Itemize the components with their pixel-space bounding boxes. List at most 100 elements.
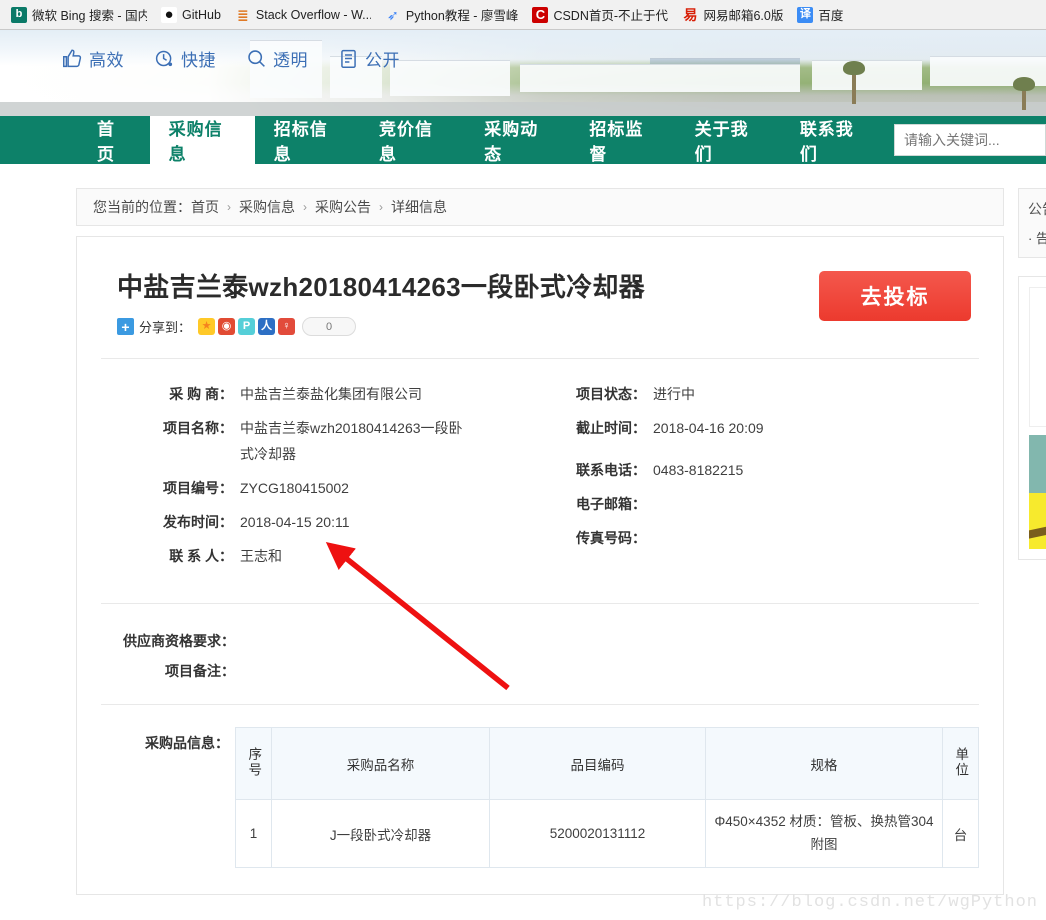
ad-image-yellow [1029, 493, 1046, 549]
cell-unit: 台 [942, 799, 979, 868]
table-row: 1 J一段卧式冷却器 5200020131112 Φ450×4352 材质：管板… [235, 799, 979, 868]
qualification-value [235, 626, 241, 656]
nav-item-about-us[interactable]: 关于我们 [676, 116, 781, 164]
nav-item-home[interactable]: 首页 [78, 116, 150, 164]
banner-photo [0, 30, 1046, 116]
bookmark-bing[interactable]: b 微软 Bing 搜索 - 国内版 [4, 3, 154, 26]
detail-card: 中盐吉兰泰wzh20180414263一段卧式冷却器 + 分享到： ★ ◉ P … [76, 236, 1004, 895]
bookmark-label: CSDN首页-不止于代码 [553, 9, 669, 23]
chevron-right-icon: › [227, 200, 231, 214]
pengyou-share-icon[interactable]: P [238, 318, 256, 335]
info-key: 项目名称： [163, 420, 233, 436]
sidebar-notice-panel: 公告 · 告 [1018, 188, 1046, 258]
bookmark-stackoverflow[interactable]: ≣ Stack Overflow - W... [228, 5, 378, 25]
qualification-block: 供应商资格要求： 项目备注： [101, 604, 979, 705]
content-container: 您当前的位置： 首页 › 采购信息 › 采购公告 › 详细信息 中盐吉兰泰wzh… [76, 164, 1004, 895]
cell-name: J一段卧式冷却器 [271, 799, 490, 868]
ad-image-teal [1029, 435, 1046, 493]
nav-item-purchase-news[interactable]: 采购动态 [465, 116, 570, 164]
bookmark-csdn[interactable]: C CSDN首页-不止于代码 [525, 3, 675, 26]
info-value: 2018-04-16 20:09 [653, 420, 764, 436]
products-table-wrapper: 序号 采购品名称 品目编码 规格 单位 1 J一段卧式冷却器 520002013… [229, 727, 979, 868]
bookmark-netease-mail[interactable]: 易 网易邮箱6.0版 [675, 3, 790, 26]
nav-item-contact-us[interactable]: 联系我们 [781, 116, 886, 164]
info-value: 0483-8182215 [653, 462, 744, 478]
douban-share-icon[interactable]: ♀ [278, 318, 296, 335]
weibo-share-icon[interactable]: ◉ [218, 318, 236, 335]
browser-bookmark-bar: b 微软 Bing 搜索 - 国内版 ● GitHub ≣ Stack Over… [0, 0, 1046, 30]
bookmark-translate[interactable]: 译 百度 [790, 3, 850, 26]
nav-item-bid-supervision[interactable]: 招标监督 [570, 116, 675, 164]
share-plus-icon[interactable]: + [117, 318, 134, 335]
bookmark-github[interactable]: ● GitHub [154, 5, 228, 25]
info-value: 2018-04-15 20:11 [240, 514, 350, 530]
qualification-row-supplier: 供应商资格要求： [119, 626, 979, 656]
info-key: 采 购 商： [169, 386, 233, 402]
netease-mail-icon: 易 [682, 6, 699, 23]
header-feature-row: 高效 快捷 透明 公开 [0, 46, 400, 71]
breadcrumb-item-purchase-info[interactable]: 采购信息 [239, 197, 295, 217]
feature-item-fast[interactable]: 快捷 [154, 46, 216, 71]
page-body: 公告 · 告 您当前的位置： 首页 › 采购信息 › 采购公告 › 详细信息 中… [0, 164, 1046, 916]
info-key: 电子邮箱： [576, 496, 646, 512]
go-to-bid-button[interactable]: 去投标 [819, 271, 971, 321]
info-key: 项目编号： [163, 480, 233, 496]
bookmark-label: GitHub [182, 7, 221, 22]
bookmark-python-tutorial[interactable]: ➶ Python教程 - 廖雪峰 [378, 3, 526, 26]
info-value [646, 525, 653, 551]
column-header-index: 序号 [235, 727, 272, 800]
sidebar-list-item[interactable]: · 告 [1028, 228, 1046, 247]
column-header-name: 采购品名称 [271, 727, 490, 800]
info-value: 王志和 [240, 548, 282, 564]
feature-item-public[interactable]: 公开 [338, 46, 400, 71]
info-column-right: 项目状态： 进行中 截止时间： 2018-04-16 20:09 联系电话： 0… [540, 381, 979, 577]
products-block: 采购品信息： 序号 采购品名称 品目编码 规格 单位 1 J一段卧式冷却器 52… [101, 705, 979, 876]
nav-item-purchase-info[interactable]: 采购信息 [149, 116, 255, 164]
breadcrumb-item-home[interactable]: 首页 [191, 197, 219, 217]
info-row-status: 项目状态： 进行中 [550, 381, 979, 407]
info-value [646, 491, 653, 517]
search-icon [246, 48, 267, 69]
nav-item-bidding-info[interactable]: 招标信息 [255, 116, 360, 164]
feature-item-transparent[interactable]: 透明 [246, 46, 308, 71]
qualification-key: 项目备注： [165, 663, 235, 679]
info-key: 发布时间： [163, 514, 233, 530]
column-header-code: 品目编码 [489, 727, 706, 800]
main-navigation: 首页 采购信息 招标信息 竞价信息 采购动态 招标监督 关于我们 联系我们 [0, 116, 1046, 164]
qualification-value [235, 656, 241, 686]
bing-icon: b [11, 6, 27, 23]
info-row-email: 电子邮箱： [550, 491, 979, 517]
clipboard-icon [338, 48, 359, 69]
chevron-right-icon: › [379, 200, 383, 214]
site-header-banner: 高效 快捷 透明 公开 [0, 30, 1046, 116]
info-row-contact-person: 联 系 人： 王志和 [137, 543, 540, 569]
info-value: 中盐吉兰泰wzh20180414263一段卧式冷却器 [240, 420, 463, 462]
thumbs-up-icon [62, 48, 83, 69]
right-sidebar: 公告 · 告 [1018, 188, 1046, 560]
qzone-share-icon[interactable]: ★ [198, 318, 216, 335]
qualification-key: 供应商资格要求： [123, 633, 235, 649]
sidebar-panel-title: 公告 [1028, 201, 1046, 217]
translate-icon: 译 [797, 6, 814, 23]
renren-share-icon[interactable]: 人 [258, 318, 276, 335]
sidebar-ad-panel[interactable] [1018, 276, 1046, 560]
feature-label: 快捷 [181, 51, 216, 70]
bookmark-label: Python教程 - 廖雪峰 [405, 9, 519, 23]
page-title: 中盐吉兰泰wzh20180414263一段卧式冷却器 [117, 272, 645, 302]
cell-spec: Φ450×4352 材质：管板、换热管304 附图 [705, 799, 943, 868]
info-row-phone: 联系电话： 0483-8182215 [550, 457, 979, 483]
search-input[interactable] [894, 124, 1046, 156]
feature-label: 透明 [273, 51, 308, 70]
breadcrumb-item-purchase-notice[interactable]: 采购公告 [315, 197, 371, 217]
info-row-fax: 传真号码： [550, 525, 979, 551]
share-label: 分享到： [139, 320, 192, 335]
feature-item-efficient[interactable]: 高效 [62, 46, 124, 71]
share-count: 0 [302, 317, 357, 336]
breadcrumb: 您当前的位置： 首页 › 采购信息 › 采购公告 › 详细信息 [76, 188, 1004, 226]
bookmark-label: 百度 [818, 9, 844, 23]
share-bar: + 分享到： ★ ◉ P 人 ♀ 0 [117, 317, 645, 336]
feature-label: 高效 [89, 51, 124, 70]
info-row-buyer: 采 购 商： 中盐吉兰泰盐化集团有限公司 [137, 381, 540, 407]
nav-item-auction-info[interactable]: 竞价信息 [360, 116, 465, 164]
products-table: 序号 采购品名称 品目编码 规格 单位 1 J一段卧式冷却器 520002013… [235, 727, 979, 868]
